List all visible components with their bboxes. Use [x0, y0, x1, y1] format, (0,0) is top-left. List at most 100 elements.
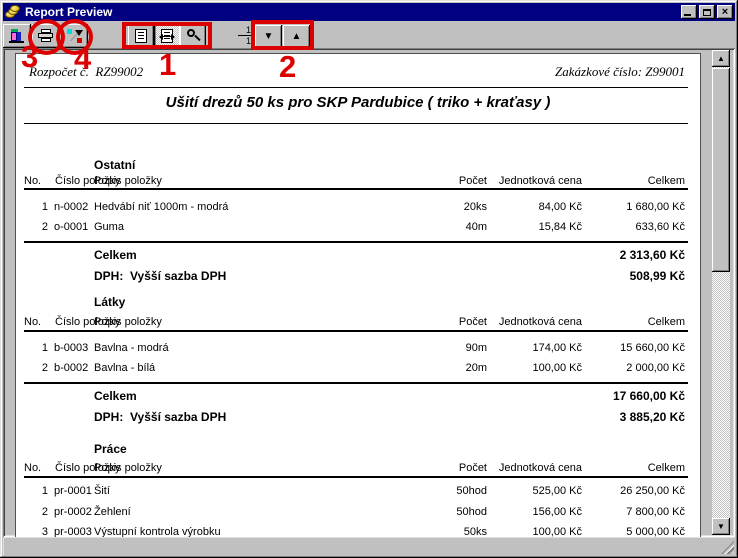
col-unit-price: Jednotková cena [499, 175, 582, 187]
maximize-icon [703, 9, 711, 16]
cell-quantity: 40m [466, 221, 487, 233]
cell-unit-price: 100,00 Kč [532, 526, 582, 537]
cell-item-number: b-0003 [54, 342, 88, 354]
cell-total: 2 000,00 Kč [626, 362, 685, 374]
scroll-down-button[interactable]: ▼ [712, 518, 730, 535]
cell-item-number: pr-0001 [54, 485, 92, 497]
col-no: No. [24, 175, 41, 187]
up-arrow-icon: ▲ [717, 55, 725, 63]
cell-unit-price: 156,00 Kč [532, 506, 582, 518]
cell-item-number: n-0002 [54, 201, 88, 213]
up-arrow-icon: ▲ [292, 32, 302, 42]
next-page-button[interactable]: ▼ [255, 25, 282, 48]
title-bar[interactable]: Report Preview × [3, 3, 735, 21]
cell-unit-price: 174,00 Kč [532, 342, 582, 354]
col-quantity: Počet [459, 316, 487, 328]
annotation-number-1: 1 [159, 49, 176, 80]
table-header-row: No. Číslo položky Popis položky Počet Je… [24, 175, 694, 189]
cell-quantity: 50hod [456, 506, 487, 518]
divider [24, 241, 688, 243]
window-title: Report Preview [25, 5, 679, 19]
preview-area: Rozpočet č. RZ99002 Zakázkové číslo: Z99… [3, 48, 735, 537]
col-no: No. [24, 462, 41, 474]
section-name: Látky [94, 295, 125, 309]
view-whole-page-button[interactable] [128, 24, 154, 48]
report-header: Rozpočet č. RZ99002 Zakázkové číslo: Z99… [16, 64, 700, 78]
cell-unit-price: 84,00 Kč [539, 201, 582, 213]
vat-label: DPH: Vyšší sazba DPH [94, 269, 226, 283]
cell-no: 2 [24, 506, 48, 518]
table-row: 2 o-0001 Guma 40m 15,84 Kč 633,60 Kč [24, 221, 694, 235]
vat-value: 508,99 Kč [630, 269, 685, 283]
cell-description: Hedvábí niť 1000m - modrá [94, 201, 228, 213]
annotation-number-2: 2 [279, 51, 296, 82]
divider [24, 476, 688, 478]
previous-page-button[interactable]: ▲ [283, 25, 310, 48]
cell-quantity: 50hod [456, 485, 487, 497]
resize-grip-icon[interactable] [721, 541, 734, 554]
section-vat-row: DPH: Vyšší sazba DPH 3 885,20 Kč [24, 410, 694, 425]
cell-no: 1 [24, 201, 48, 213]
cell-quantity: 90m [466, 342, 487, 354]
scroll-up-button[interactable]: ▲ [712, 50, 730, 67]
printer-icon [38, 29, 54, 43]
table-row: 1 n-0002 Hedvábí niť 1000m - modrá 20ks … [24, 201, 694, 215]
cell-quantity: 50ks [464, 526, 487, 537]
table-row: 1 b-0003 Bavlna - modrá 90m 174,00 Kč 15… [24, 342, 694, 356]
divider [24, 123, 688, 124]
cell-description: Bavlna - bílá [94, 362, 155, 374]
total-value: 17 660,00 Kč [613, 389, 685, 403]
cell-unit-price: 100,00 Kč [532, 362, 582, 374]
page-total: 1 [238, 36, 251, 46]
scrollbar-thumb[interactable] [712, 68, 730, 272]
cell-total: 633,60 Kč [635, 221, 685, 233]
status-bar [3, 537, 735, 555]
cell-item-number: b-0002 [54, 362, 88, 374]
divider [24, 188, 688, 190]
total-label: Celkem [94, 248, 137, 262]
maximize-button[interactable] [699, 5, 715, 19]
cell-quantity: 20m [466, 362, 487, 374]
cell-total: 1 680,00 Kč [626, 201, 685, 213]
col-unit-price: Jednotková cena [499, 462, 582, 474]
annotation-number-3: 3 [21, 41, 38, 72]
minimize-button[interactable] [681, 5, 697, 19]
cell-item-number: pr-0002 [54, 506, 92, 518]
cell-no: 2 [24, 362, 48, 374]
report-page: Rozpočet č. RZ99002 Zakázkové číslo: Z99… [15, 53, 701, 537]
col-no: No. [24, 316, 41, 328]
cell-item-number: o-0001 [54, 221, 88, 233]
cell-no: 3 [24, 526, 48, 537]
divider [24, 382, 688, 384]
vat-value: 3 885,20 Kč [620, 410, 685, 424]
col-quantity: Počet [459, 175, 487, 187]
cell-total: 26 250,00 Kč [620, 485, 685, 497]
col-description: Popis položky [94, 462, 162, 474]
cell-unit-price: 525,00 Kč [532, 485, 582, 497]
cell-item-number: pr-0003 [54, 526, 92, 537]
cell-total: 15 660,00 Kč [620, 342, 685, 354]
table-row: 1 pr-0001 Šití 50hod 525,00 Kč 26 250,00… [24, 485, 694, 499]
section-vat-row: DPH: Vyšší sazba DPH 508,99 Kč [24, 269, 694, 284]
page-width-icon [161, 29, 173, 43]
table-row: 3 pr-0003 Výstupní kontrola výrobku 50ks… [24, 526, 694, 537]
order-number: Zakázkové číslo: Z99001 [555, 64, 685, 80]
down-arrow-icon: ▼ [264, 32, 274, 42]
total-value: 2 313,60 Kč [620, 248, 685, 262]
vertical-scrollbar[interactable]: ▲ ▼ [712, 50, 730, 535]
col-total: Celkem [648, 175, 685, 187]
close-button[interactable]: × [717, 5, 733, 19]
divider [24, 87, 688, 88]
view-page-width-button[interactable] [154, 24, 180, 48]
divider [24, 330, 688, 332]
cell-no: 1 [24, 342, 48, 354]
app-coins-icon [5, 5, 21, 19]
cell-description: Žehlení [94, 506, 131, 518]
cell-no: 2 [24, 221, 48, 233]
section-total-row: Celkem 17 660,00 Kč [24, 389, 694, 404]
col-total: Celkem [648, 462, 685, 474]
cell-total: 7 800,00 Kč [626, 506, 685, 518]
cell-description: Bavlna - modrá [94, 342, 169, 354]
col-unit-price: Jednotková cena [499, 316, 582, 328]
zoom-button[interactable] [180, 24, 206, 48]
